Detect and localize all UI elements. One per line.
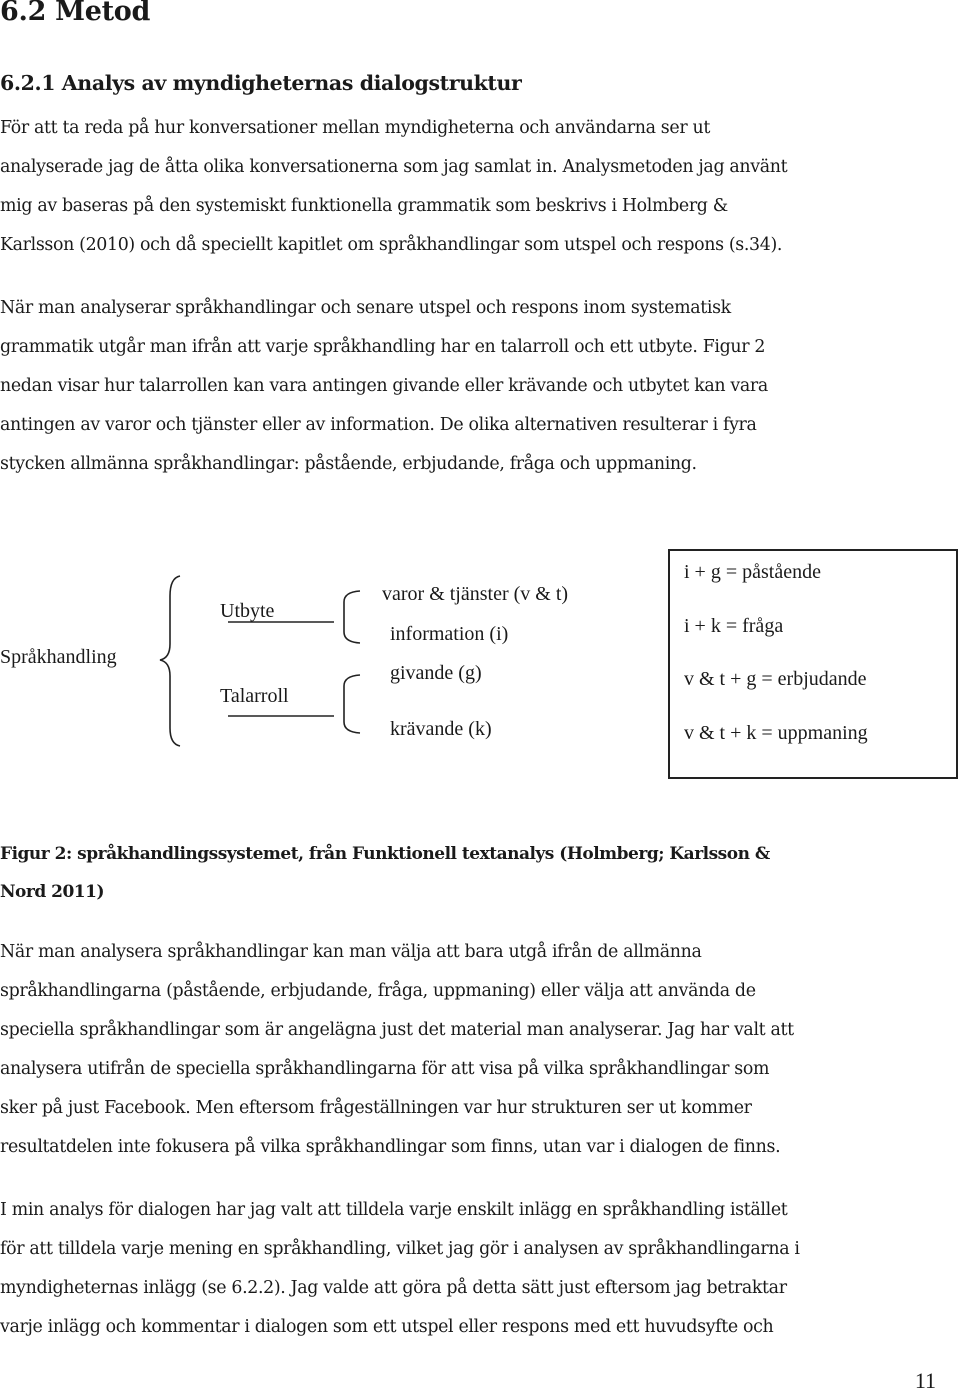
result-item: v & t + k = uppmaning (684, 722, 868, 744)
paragraph-dialog-analysis: I min analys för dialogen har jag valt a… (0, 1191, 960, 1347)
text-line: antingen av varor och tjänster eller av … (0, 414, 757, 435)
text-line: för att tilldela varje mening en språkha… (0, 1238, 800, 1259)
text-line: myndigheternas inlägg (se 6.2.2). Jag va… (0, 1277, 787, 1298)
text-line: När man analyserar språkhandlingar och s… (0, 298, 731, 318)
text-line: speciella språkhandlingar som är angeläg… (0, 1019, 794, 1040)
text-line: nedan visar hur talarrollen kan vara ant… (0, 375, 768, 396)
curly-brace-icon (159, 575, 181, 747)
caption-line: Figur 2: språkhandlingssystemet, från Fu… (0, 844, 770, 864)
text-line: analyserade jag de åtta olika konversati… (0, 156, 788, 177)
text-line: analysera utifrån de speciella språkhand… (0, 1058, 770, 1079)
text-line: språkhandlingarna (påstående, erbjudande… (0, 980, 756, 1001)
option-label: information (i) (390, 623, 509, 645)
text-line: varje inlägg och kommentar i dialogen so… (0, 1316, 774, 1337)
text-line: sker på just Facebook. Men eftersom fråg… (0, 1097, 752, 1118)
branch-label-utbyte: Utbyte (220, 600, 275, 622)
text-line: resultatdelen inte fokusera på vilka spr… (0, 1136, 781, 1157)
text-line: stycken allmänna språkhandlingar: påståe… (0, 453, 697, 474)
caption-line: Nord 2011) (0, 882, 105, 902)
talarroll-bracket-icon (343, 674, 361, 734)
paragraph-intro: För att ta reda på hur konversationer me… (0, 109, 960, 265)
figure-caption: Figur 2: språkhandlingssystemet, från Fu… (0, 835, 960, 911)
paragraph-method: När man analyserar språkhandlingar och s… (0, 289, 960, 484)
text-line: Karlsson (2010) och då speciellt kapitle… (0, 234, 783, 255)
paragraph-analysis-choice: När man analysera språkhandlingar kan ma… (0, 933, 960, 1166)
root-label: Språkhandling (0, 646, 117, 668)
text-line: För att ta reda på hur konversationer me… (0, 118, 710, 138)
subsection-heading: 6.2.1 Analys av myndigheternas dialogstr… (0, 71, 522, 95)
option-label: krävande (k) (390, 718, 492, 740)
page-number: 11 (914, 1368, 936, 1393)
text-line: I min analys för dialogen har jag valt a… (0, 1200, 788, 1220)
result-item: v & t + g = erbjudande (684, 668, 867, 690)
option-label: givande (g) (390, 662, 482, 684)
result-item: i + k = fråga (684, 615, 784, 637)
result-item: i + g = påstående (684, 561, 821, 583)
section-heading: 6.2 Metod (0, 0, 151, 27)
text-line: När man analysera språkhandlingar kan ma… (0, 942, 702, 962)
utbyte-bracket-icon (343, 590, 361, 644)
text-line: grammatik utgår man ifrån att varje språ… (0, 336, 766, 357)
option-label: varor & tjänster (v & t) (382, 583, 569, 605)
results-box: i + g = påstående i + k = fråga v & t + … (668, 549, 958, 779)
text-line: mig av baseras på den systemiskt funktio… (0, 195, 728, 216)
branch-label-talarroll: Talarroll (220, 685, 289, 707)
